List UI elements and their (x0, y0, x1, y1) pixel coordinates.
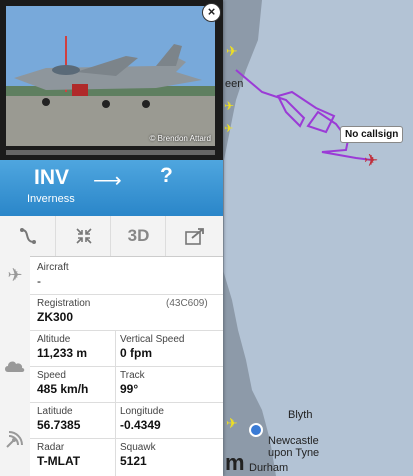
aircraft-value: - (37, 274, 41, 288)
altitude-value: 11,233 m (37, 346, 88, 360)
destination-code: ? (160, 164, 173, 187)
map-label-durham: Durham (249, 462, 289, 474)
icao-hex-code: (43C609) (166, 298, 208, 309)
latitude-value: 56.7385 (37, 418, 81, 432)
squawk-label: Squawk (120, 442, 156, 453)
aircraft-label: Aircraft (37, 262, 69, 273)
share-button[interactable] (165, 216, 224, 256)
radar-icon (6, 431, 23, 448)
aircraft-section-icon-col: ✈ (0, 256, 30, 294)
cloud-icon (5, 361, 25, 372)
registration-value: ZK300 (37, 310, 74, 324)
flight-track (235, 69, 373, 161)
divider (30, 294, 223, 295)
radar-field: Radar T-MLAT (37, 442, 80, 468)
aircraft-photo: © Brendon Attard (6, 6, 215, 146)
three-d-button[interactable]: 3D (110, 216, 166, 256)
divider (30, 402, 223, 403)
selected-aircraft-icon: ✈ (364, 151, 378, 170)
speed-value: 485 km/h (37, 382, 89, 396)
divider (30, 330, 223, 331)
aircraft-photo-frame: © Brendon Attard × (0, 0, 223, 160)
longitude-value: -0.4349 (120, 418, 161, 432)
plane-icon: ✈ (7, 264, 23, 285)
aircraft-marker-4: ✈ (226, 415, 238, 431)
share-icon (185, 228, 204, 245)
aircraft-photo-illustration (6, 6, 215, 146)
track-field: Track 99° (120, 370, 145, 396)
collapse-icon (75, 228, 92, 244)
altitude-section-icon-col (0, 330, 30, 402)
squawk-value: 5121 (120, 454, 147, 468)
track-label: Track (120, 370, 145, 381)
aircraft-callout[interactable]: No callsign (340, 126, 404, 143)
registration-section-icon-col (0, 294, 30, 330)
map-label-newcastle: Newcastle upon Tyne (268, 435, 320, 459)
origin-code[interactable]: INV (34, 166, 69, 190)
altitude-label: Altitude (37, 334, 71, 345)
route-icon (19, 228, 36, 244)
speed-label: Speed (37, 370, 66, 381)
divider (30, 438, 223, 439)
photo-progress-bar (6, 150, 215, 155)
longitude-label: Longitude (120, 406, 164, 417)
latitude-label: Latitude (37, 406, 73, 417)
location-pin (249, 423, 263, 437)
map-label-aberdeen: een (225, 78, 244, 90)
radar-label: Radar (37, 442, 65, 453)
route-arrow-icon: ⟶ (93, 170, 122, 192)
collapse-button[interactable] (55, 216, 111, 256)
flight-details-panel: © Brendon Attard × INV Inverness ⟶ ? 3D … (0, 0, 223, 476)
altitude-field: Altitude 11,233 m (37, 334, 87, 360)
track-value: 99° (120, 382, 139, 396)
route-button[interactable] (0, 216, 55, 256)
vertical-speed-label: Vertical Speed (120, 334, 185, 345)
longitude-field: Longitude -0.4349 (120, 406, 164, 432)
registration-field: Registration ZK300 (37, 298, 90, 324)
origin-city: Inverness (27, 193, 75, 205)
divider (30, 366, 223, 367)
column-divider (115, 330, 116, 476)
aircraft-marker-1: ✈ (226, 43, 238, 59)
map-label-partial: m (225, 450, 245, 475)
aircraft-marker-3: ✈ (224, 123, 233, 135)
photo-credit: © Brendon Attard (149, 134, 212, 143)
radar-section-icon-col (0, 402, 30, 476)
aircraft-field: Aircraft - (37, 262, 69, 288)
map-label-blyth: Blyth (288, 409, 313, 421)
aircraft-marker-2: ✈ (224, 99, 234, 113)
route-header: INV Inverness ⟶ ? (0, 160, 223, 216)
vertical-speed-value: 0 fpm (120, 346, 153, 360)
close-button[interactable]: × (202, 3, 221, 22)
squawk-field: Squawk 5121 (120, 442, 156, 468)
vertical-speed-field: Vertical Speed 0 fpm (120, 334, 185, 360)
radar-value: T-MLAT (37, 454, 81, 468)
latitude-field: Latitude 56.7385 (37, 406, 80, 432)
registration-label: Registration (37, 298, 91, 309)
panel-toolbar: 3D (0, 216, 223, 257)
speed-field: Speed 485 km/h (37, 370, 88, 396)
